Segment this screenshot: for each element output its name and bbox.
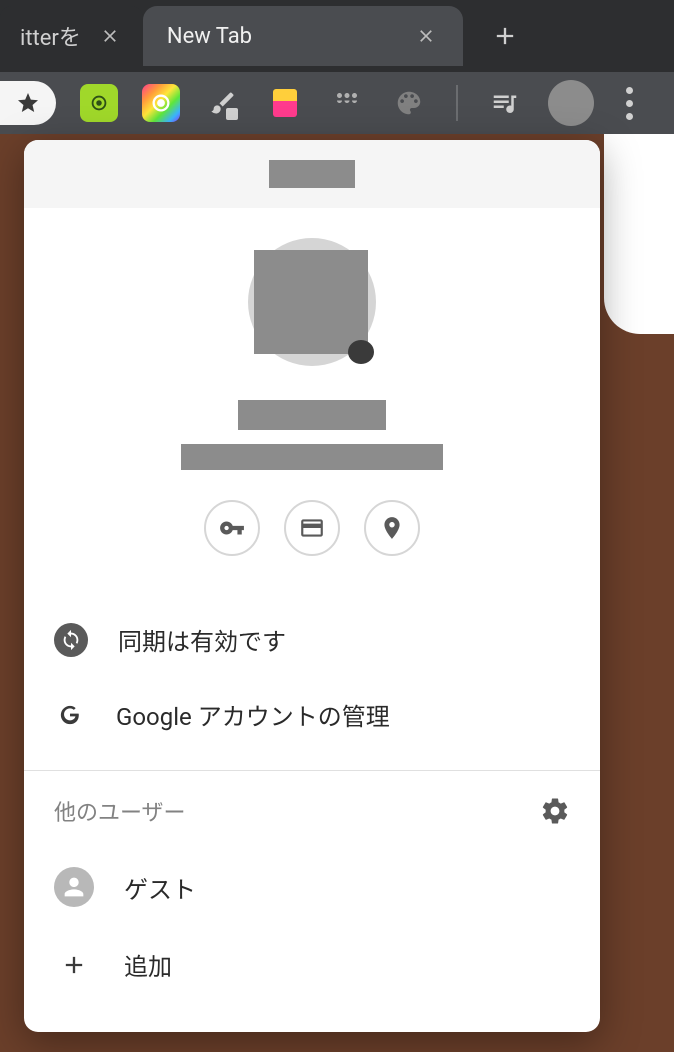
tab-label: New Tab bbox=[167, 24, 397, 49]
tab-inactive[interactable]: itterを bbox=[0, 6, 143, 66]
add-label: 追加 bbox=[124, 947, 172, 982]
plus-icon bbox=[54, 951, 94, 979]
new-tab-button[interactable] bbox=[483, 14, 527, 58]
google-icon bbox=[54, 699, 86, 731]
payments-button[interactable] bbox=[284, 500, 340, 556]
chrome-menu-button[interactable] bbox=[618, 79, 641, 128]
profile-name-redacted bbox=[269, 160, 355, 188]
manage-label: Google アカウントの管理 bbox=[116, 697, 390, 732]
other-users-title: 他のユーザー bbox=[54, 795, 186, 827]
close-icon[interactable] bbox=[97, 23, 123, 49]
tab-active[interactable]: New Tab bbox=[143, 6, 463, 66]
bookmark-button[interactable] bbox=[0, 81, 56, 125]
profile-avatar[interactable] bbox=[248, 238, 376, 366]
manage-google-account-item[interactable]: Google アカウントの管理 bbox=[24, 677, 600, 752]
extension-icon[interactable] bbox=[328, 84, 366, 122]
addresses-button[interactable] bbox=[364, 500, 420, 556]
sync-label: 同期は有効です bbox=[118, 622, 286, 657]
toolbar bbox=[0, 72, 674, 134]
popup-header bbox=[24, 140, 600, 208]
extension-icon[interactable] bbox=[80, 84, 118, 122]
close-icon[interactable] bbox=[413, 23, 439, 49]
sync-icon bbox=[54, 623, 88, 657]
extension-icon[interactable] bbox=[204, 84, 242, 122]
email-redacted bbox=[181, 444, 443, 470]
profile-popup: 同期は有効です Google アカウントの管理 他のユーザー ゲスト bbox=[24, 140, 600, 1032]
profile-avatar-button[interactable] bbox=[548, 80, 594, 126]
tab-label: itterを bbox=[20, 20, 81, 52]
sync-badge-icon bbox=[348, 340, 374, 364]
sync-status-item[interactable]: 同期は有効です bbox=[24, 602, 600, 677]
media-control-icon[interactable] bbox=[486, 84, 524, 122]
extension-icon[interactable] bbox=[266, 84, 304, 122]
add-profile-item[interactable]: 追加 bbox=[54, 927, 570, 1002]
gear-icon[interactable] bbox=[540, 796, 570, 826]
guest-label: ゲスト bbox=[124, 870, 196, 905]
guest-profile-item[interactable]: ゲスト bbox=[54, 847, 570, 927]
divider bbox=[456, 85, 458, 121]
person-icon bbox=[54, 867, 94, 907]
extension-icon[interactable] bbox=[142, 84, 180, 122]
extension-icon[interactable] bbox=[390, 84, 428, 122]
display-name-redacted bbox=[238, 400, 386, 430]
profile-section bbox=[24, 208, 600, 584]
passwords-button[interactable] bbox=[204, 500, 260, 556]
page-corner bbox=[604, 134, 674, 334]
